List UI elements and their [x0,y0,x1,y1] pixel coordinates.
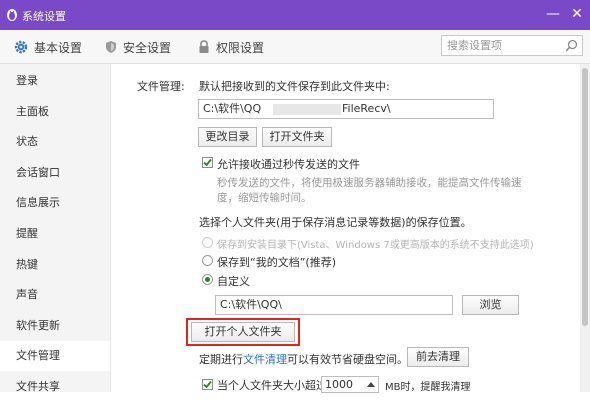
sidebar-item-login[interactable]: 登录 [0,66,110,96]
window-title: 系统设置 [22,10,66,23]
custom-path-field[interactable]: C:\软件\QQ\ [215,295,453,315]
radio-my-documents-label: 保存到“我的文档”(推荐) [217,256,336,269]
radio-selected-dot [205,277,210,282]
tab-basic-settings[interactable]: 基本设置 [14,39,82,55]
minimize-button[interactable]: — [544,5,562,23]
close-button[interactable]: ✕ [568,5,586,23]
radio-custom-label: 自定义 [217,275,250,288]
cleanup-suffix: 可以有效节省硬盘空间。 [287,353,408,366]
tab-permission-settings[interactable]: 权限设置 [198,39,264,55]
size-limit-value: 1000 [325,378,353,391]
radio-install-dir-label: 保存到安装目录下(Vista、Windows 7或更高版本的系统不支持此选项) [217,240,534,251]
highlight-box [186,318,300,346]
radio-my-documents[interactable] [202,255,213,266]
radio-install-dir [202,237,213,248]
blurred-path-segment [273,104,341,115]
gear-icon [14,40,28,54]
cleanup-text: 定期进行文件清理可以有效节省硬盘空间。 [199,351,408,367]
tab-label: 权限设置 [216,40,265,55]
sidebar-item-info-display[interactable]: 信息展示 [0,188,110,218]
go-cleanup-button[interactable]: 前去清理 [407,347,469,367]
checkmark-icon [203,158,212,167]
shield-icon [106,41,116,53]
default-save-text: 默认把接收到的文件保存到此文件夹中: [199,80,390,93]
search-box[interactable] [441,35,583,56]
file-management-panel: 文件管理: 默认把接收到的文件保存到此文件夹中: C:\软件\QQ FileRec… [111,64,590,393]
browse-button[interactable]: 浏览 [462,295,519,315]
settings-tabs-bar: 基本设置 安全设置 权限设置 [0,30,590,64]
checkmark-icon [203,380,212,389]
fast-transfer-desc-line1: 秒传发送的文件，将使用极速服务器辅助接收，能提高文件传输速 [217,177,522,189]
section-label: 文件管理: [137,80,185,93]
size-reminder-suffix: MB时，提醒我清理 [385,382,471,393]
sidebar-item-main-panel[interactable]: 主面板 [0,97,110,127]
path-suffix: FileRecv\ [342,102,391,115]
change-directory-button[interactable]: 更改目录 [198,127,257,147]
settings-sidebar: 登录 主面板 状态 会话窗口 信息展示 提醒 热键 声音 软件更新 文件管理 文… [0,64,111,393]
sidebar-item-status[interactable]: 状态 [0,127,110,157]
tab-label: 基本设置 [34,40,83,55]
sidebar-item-chat-window[interactable]: 会话窗口 [0,158,110,188]
size-reminder-checkbox[interactable] [202,379,213,390]
tab-security-settings[interactable]: 安全设置 [105,39,171,55]
path-prefix: C:\软件\QQ [203,102,262,115]
lock-icon [199,40,209,53]
size-limit-spinner[interactable]: 1000 [321,376,379,393]
radio-custom[interactable] [202,274,213,285]
title-bar: 系统设置 — ✕ [0,0,590,30]
fast-transfer-label: 允许接收通过秒传发送的文件 [217,158,360,171]
fast-transfer-checkbox[interactable] [202,157,213,168]
fast-transfer-desc-line2: 度，缩短传输时间。 [217,192,312,204]
spinner-up-arrow-icon[interactable] [367,381,375,387]
tab-label: 安全设置 [123,40,172,55]
search-icon[interactable] [565,39,578,52]
size-reminder-prefix: 当个人文件夹大小超过 [217,379,327,392]
open-folder-button[interactable]: 打开文件夹 [262,127,332,147]
cleanup-prefix: 定期进行 [199,353,243,366]
sidebar-item-file-management[interactable]: 文件管理 [0,341,110,371]
personal-folder-text: 选择个人文件夹(用于保存消息记录等数据)的保存位置。 [199,216,472,229]
sidebar-item-hotkeys[interactable]: 热键 [0,250,110,280]
sidebar-item-sound[interactable]: 声音 [0,280,110,310]
file-cleanup-link[interactable]: 文件清理 [243,353,287,366]
sidebar-item-file-sharing[interactable]: 文件共享 [0,372,110,402]
sidebar-item-software-update[interactable]: 软件更新 [0,311,110,341]
receive-path-field[interactable]: C:\软件\QQ FileRecv\ [198,99,494,119]
sidebar-item-reminder[interactable]: 提醒 [0,219,110,249]
scrollbar-thumb[interactable] [582,68,588,326]
search-input[interactable] [447,38,557,52]
penguin-icon [7,9,17,21]
